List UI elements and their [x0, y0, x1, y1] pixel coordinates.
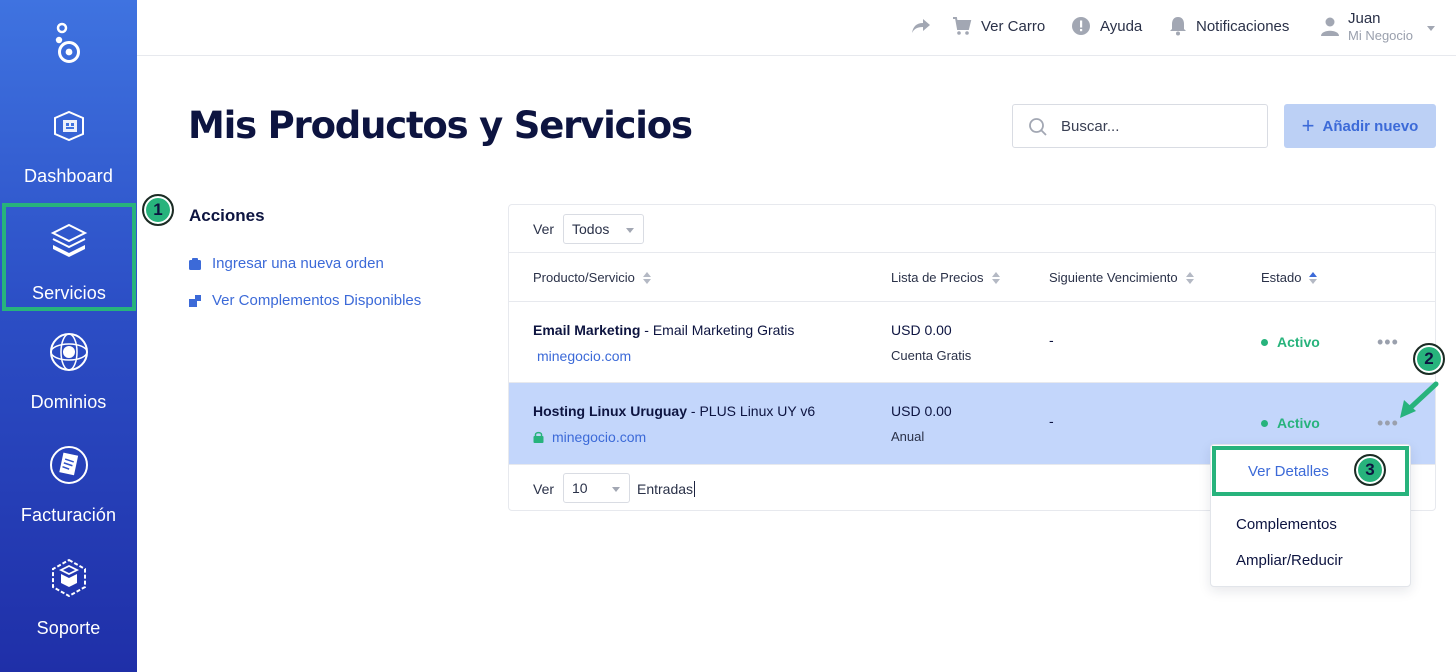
plus-icon: +	[1301, 113, 1315, 138]
help-button[interactable]: Ayuda	[1071, 16, 1142, 36]
domain-link[interactable]: minegocio.com	[537, 348, 631, 364]
menu-item-label: Ver Detalles	[1248, 463, 1329, 480]
cart-small-icon	[189, 257, 201, 270]
step-marker-2: 2	[1413, 343, 1445, 375]
column-header-status[interactable]: Estado	[1261, 270, 1318, 285]
status-dot-icon	[1261, 419, 1268, 427]
search-icon	[1029, 118, 1047, 136]
sort-icon	[1309, 271, 1318, 284]
billing-cycle: Anual	[891, 429, 925, 444]
page-size-select[interactable]: 10	[563, 473, 630, 503]
product-name: Email Marketing - Email Marketing Gratis	[533, 322, 795, 338]
addons-link[interactable]: Ver Complementos Disponibles	[189, 292, 421, 309]
next-due: -	[1049, 413, 1054, 429]
brand-logo-icon	[55, 22, 80, 63]
price: USD 0.00	[891, 322, 952, 338]
cart-button[interactable]: Ver Carro	[952, 16, 1045, 36]
sort-icon	[642, 271, 651, 284]
sidebar-item-dashboard[interactable]: Dashboard	[0, 104, 137, 216]
bell-icon	[1170, 17, 1186, 36]
page-size-label: Ver	[533, 481, 555, 497]
status-badge: Activo	[1261, 334, 1320, 350]
column-header-product[interactable]: Producto/Servicio	[533, 270, 651, 285]
globe-icon	[49, 333, 88, 371]
step-marker-3: 3	[1354, 454, 1386, 486]
billing-cycle: Cuenta Gratis	[891, 348, 972, 363]
page-size-value: 10	[572, 480, 588, 496]
status-filter-value: Todos	[572, 221, 610, 237]
user-business: Mi Negocio	[1348, 28, 1414, 43]
cart-icon	[953, 17, 972, 35]
sidebar: Dashboard Servicios Dominios Facturación	[0, 0, 137, 672]
sidebar-item-label: Dashboard	[24, 166, 113, 186]
help-icon	[1072, 17, 1090, 35]
sort-icon	[1185, 271, 1194, 284]
share-button[interactable]	[911, 18, 940, 34]
search-input[interactable]	[1061, 115, 1256, 137]
share-arrow-icon	[912, 19, 930, 33]
price: USD 0.00	[891, 403, 952, 419]
chevron-down-icon	[626, 228, 634, 233]
help-label: Ayuda	[1100, 17, 1143, 35]
page-title: Mis Productos y Servicios	[188, 104, 693, 147]
chevron-down-icon	[612, 487, 620, 492]
column-header-label: Siguiente Vencimiento	[1049, 270, 1178, 285]
new-order-link[interactable]: Ingresar una nueva orden	[189, 255, 384, 272]
user-name: Juan	[1348, 10, 1381, 27]
addons-label: Ver Complementos Disponibles	[212, 292, 422, 309]
filter-label: Ver	[533, 221, 555, 237]
sidebar-item-label: Servicios	[32, 283, 106, 303]
status-dot-icon	[1261, 338, 1268, 346]
lock-icon	[533, 431, 544, 443]
status-filter-select[interactable]: Todos	[563, 214, 644, 244]
table-row[interactable]: Email Marketing - Email Marketing Gratis…	[509, 302, 1435, 383]
sidebar-item-label: Dominios	[30, 392, 107, 412]
user-avatar-icon	[1321, 17, 1339, 36]
notifications-label: Notificaciones	[1196, 17, 1290, 35]
next-due: -	[1049, 332, 1054, 348]
addons-icon	[189, 294, 201, 307]
sidebar-item-servicios[interactable]: Servicios	[2, 203, 136, 311]
dashboard-icon	[53, 110, 84, 142]
column-header-label: Lista de Precios	[891, 270, 984, 285]
step-marker-1: 1	[142, 194, 174, 226]
entries-label: Entradas	[637, 481, 696, 497]
notifications-button[interactable]: Notificaciones	[1169, 16, 1289, 36]
divider	[509, 252, 1435, 253]
menu-item-ampliar-reducir[interactable]: Ampliar/Reducir	[1236, 552, 1343, 569]
column-header-label: Producto/Servicio	[533, 270, 635, 285]
sidebar-item-dominios[interactable]: Dominios	[0, 330, 137, 442]
menu-item-complementos[interactable]: Complementos	[1236, 516, 1337, 533]
column-header-due[interactable]: Siguiente Vencimiento	[1049, 270, 1194, 285]
add-new-button[interactable]: + Añadir nuevo	[1284, 104, 1436, 148]
sidebar-item-soporte[interactable]: Soporte	[0, 556, 137, 668]
sidebar-item-label: Facturación	[20, 505, 117, 525]
more-options-icon[interactable]: •••	[1377, 332, 1399, 353]
actions-title: Acciones	[189, 206, 265, 225]
sidebar-item-label: Soporte	[36, 618, 101, 638]
column-header-price[interactable]: Lista de Precios	[891, 270, 1000, 285]
sort-icon	[991, 271, 1000, 284]
column-header-label: Estado	[1261, 270, 1302, 285]
product-name: Hosting Linux Uruguay - PLUS Linux UY v6	[533, 403, 816, 419]
top-bar: Ver Carro Ayuda Notificaciones Juan Mi N…	[137, 0, 1456, 56]
cart-label: Ver Carro	[981, 17, 1046, 35]
new-order-label: Ingresar una nueva orden	[212, 255, 384, 272]
search-box[interactable]	[1012, 104, 1268, 148]
more-options-icon[interactable]: •••	[1377, 413, 1399, 434]
billing-icon	[49, 446, 88, 484]
add-new-label: Añadir nuevo	[1322, 117, 1419, 135]
support-icon	[51, 558, 86, 598]
chevron-down-icon	[1427, 26, 1435, 31]
layers-icon	[50, 223, 88, 257]
sidebar-item-facturacion[interactable]: Facturación	[0, 443, 137, 555]
domain-link[interactable]: minegocio.com	[533, 429, 646, 445]
status-badge: Activo	[1261, 415, 1320, 431]
